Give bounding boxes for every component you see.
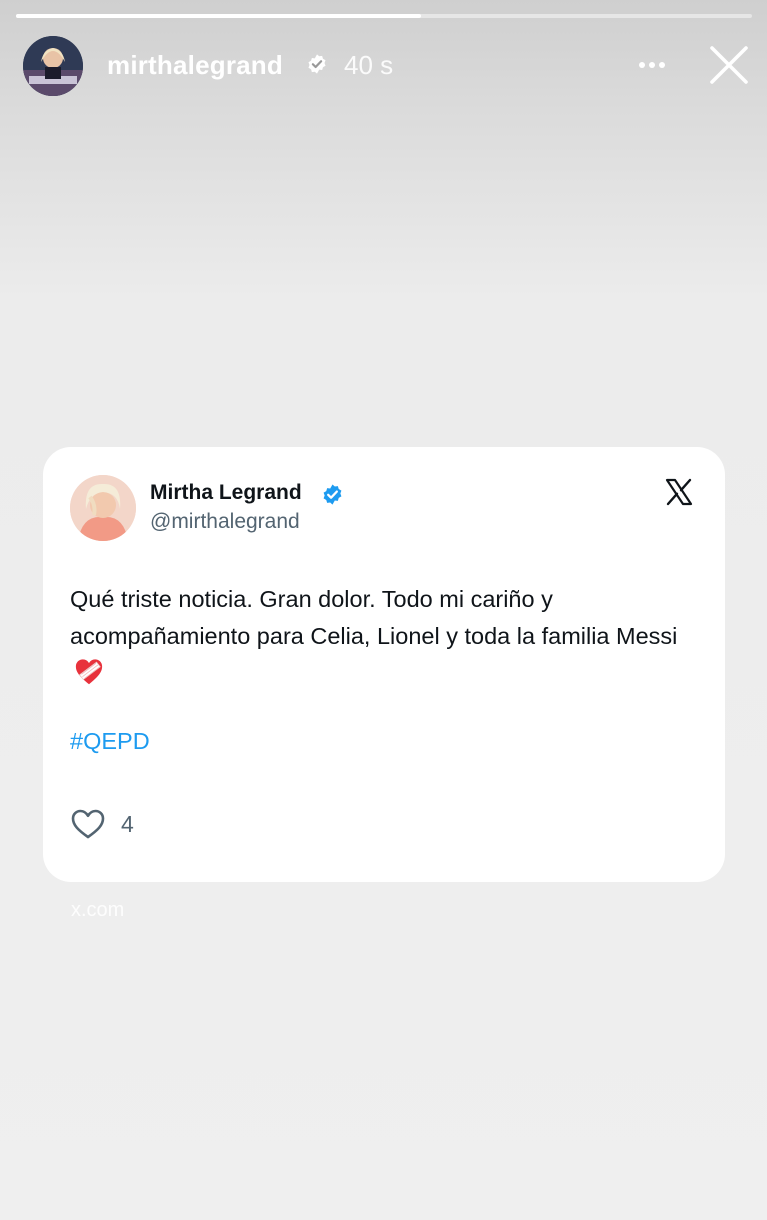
- verified-badge-icon: [308, 54, 326, 74]
- x-logo-icon[interactable]: [664, 477, 694, 507]
- like-count: 4: [121, 811, 134, 837]
- tweet-author-handle[interactable]: @mirthalegrand: [150, 510, 300, 534]
- profile-avatar[interactable]: [23, 36, 83, 96]
- story-progress-bar: [16, 14, 752, 18]
- heart-icon[interactable]: [70, 808, 106, 840]
- story-username[interactable]: mirthalegrand: [107, 50, 283, 81]
- author-avatar-image: [70, 475, 136, 541]
- verified-badge-icon: [323, 484, 342, 505]
- tweet-author-name[interactable]: Mirtha Legrand: [150, 481, 302, 505]
- story-progress-fill: [16, 14, 421, 18]
- tweet-body: Qué triste noticia. Gran dolor. Todo mi …: [70, 586, 678, 649]
- tweet-text: Qué triste noticia. Gran dolor. Todo mi …: [70, 581, 700, 692]
- tweet-author-avatar[interactable]: [70, 475, 136, 541]
- story-timestamp: 40 s: [344, 50, 394, 80]
- close-icon[interactable]: [706, 42, 752, 88]
- heart-with-bandage-emoji: [75, 659, 103, 685]
- tweet-card[interactable]: Mirtha Legrand @mirthalegrand Qué triste…: [43, 447, 725, 882]
- tweet-hashtag[interactable]: #QEPD: [70, 728, 150, 755]
- link-source-label[interactable]: x.com: [71, 899, 124, 922]
- avatar-image: [23, 36, 83, 96]
- more-icon[interactable]: [632, 44, 672, 84]
- story-header: mirthalegrand 40 s: [0, 30, 767, 98]
